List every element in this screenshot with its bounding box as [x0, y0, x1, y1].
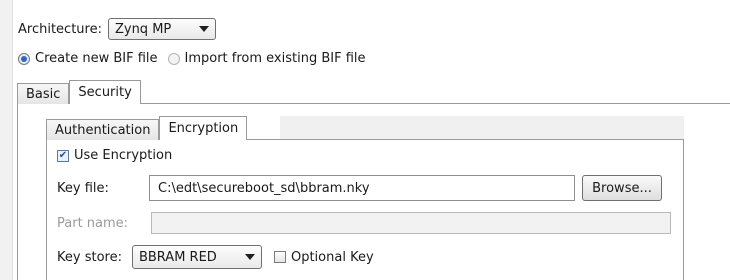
- architecture-value: Zynq MP: [114, 21, 172, 37]
- optional-key-checkbox[interactable]: Optional Key: [273, 249, 374, 265]
- inner-tab-bar: Authentication Encryption: [46, 116, 248, 140]
- key-file-label: Key file:: [57, 180, 109, 196]
- key-store-label: Key store:: [57, 249, 122, 265]
- checkmark-icon: ✔: [57, 149, 69, 162]
- part-name-input[interactable]: [151, 212, 671, 234]
- bif-dialog: Architecture: Zynq MP Create new BIF fil…: [0, 0, 730, 280]
- tab-encryption[interactable]: Encryption: [159, 116, 248, 140]
- radio-checked-icon: [18, 52, 30, 65]
- architecture-label: Architecture:: [18, 21, 102, 37]
- tab-authentication[interactable]: Authentication: [46, 119, 160, 140]
- checkbox-unchecked-icon: [273, 251, 286, 263]
- tab-encryption-label: Encryption: [168, 121, 239, 136]
- part-name-row: Part name:: [57, 212, 671, 234]
- radio-create-new-bif[interactable]: Create new BIF file: [18, 51, 158, 66]
- key-store-value: BBRAM RED: [138, 249, 217, 265]
- architecture-row: Architecture: Zynq MP: [18, 18, 216, 40]
- tab-basic[interactable]: Basic: [17, 83, 70, 104]
- optional-key-label: Optional Key: [290, 249, 374, 265]
- left-border: [0, 0, 13, 280]
- key-file-input[interactable]: C:\edt\secureboot_sd\bbram.nky: [149, 175, 575, 201]
- bif-mode-row: Create new BIF file Import from existing…: [18, 51, 376, 66]
- architecture-dropdown[interactable]: Zynq MP: [107, 18, 216, 40]
- use-encryption-label: Use Encryption: [74, 148, 173, 163]
- key-store-dropdown[interactable]: BBRAM RED: [131, 245, 262, 269]
- tab-security-label: Security: [78, 85, 132, 100]
- tab-authentication-label: Authentication: [55, 122, 151, 138]
- radio-create-new-bif-label: Create new BIF file: [35, 51, 158, 66]
- tab-security[interactable]: Security: [69, 80, 141, 104]
- key-file-row: Key file: C:\edt\secureboot_sd\bbram.nky…: [57, 175, 671, 201]
- use-encryption-checkbox[interactable]: ✔ Use Encryption: [57, 148, 172, 163]
- outer-tab-bar: Basic Security: [17, 80, 141, 104]
- chevron-down-icon: [198, 26, 209, 32]
- inner-tab-strip: [280, 116, 684, 139]
- radio-import-bif-label: Import from existing BIF file: [184, 51, 366, 66]
- browse-button-label: Browse...: [592, 180, 652, 196]
- key-file-value: C:\edt\secureboot_sd\bbram.nky: [158, 180, 370, 196]
- radio-import-bif[interactable]: Import from existing BIF file: [167, 51, 366, 66]
- radio-unchecked-icon: [167, 52, 180, 65]
- part-name-label: Part name:: [57, 215, 129, 231]
- browse-button[interactable]: Browse...: [582, 175, 662, 201]
- chevron-down-icon: [244, 254, 255, 260]
- tab-basic-label: Basic: [26, 86, 61, 102]
- key-store-row: Key store: BBRAM RED Optional Key: [57, 245, 374, 269]
